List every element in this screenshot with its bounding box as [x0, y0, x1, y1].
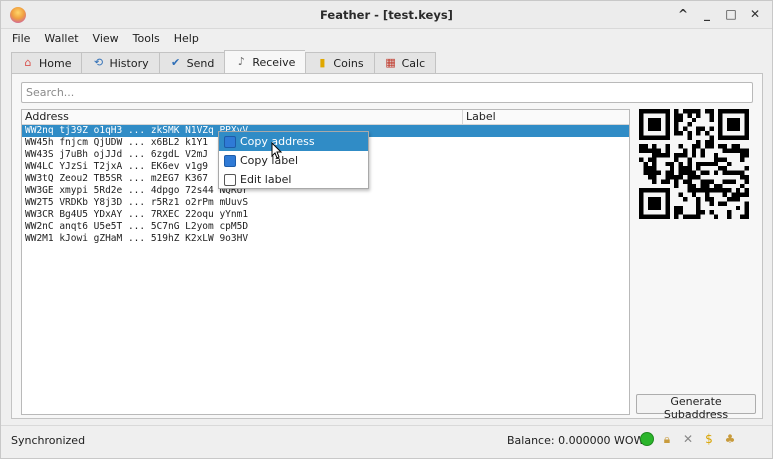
tab-label: Receive	[252, 55, 296, 69]
menu-tools[interactable]: Tools	[126, 30, 167, 48]
mouse-cursor-icon	[271, 142, 283, 159]
copy-icon	[224, 135, 236, 148]
status-bar: Synchronized Balance: 0.000000 WOW 🔒︎ ✕ …	[1, 425, 772, 458]
tab-send[interactable]: ✔ Send	[158, 52, 225, 74]
sync-status: Synchronized	[11, 434, 86, 447]
menu-bar: File Wallet View Tools Help	[1, 30, 772, 48]
menu-item-label: Copy label	[240, 154, 299, 167]
menu-file[interactable]: File	[5, 30, 37, 48]
tab-bar: ⌂ Home ⟲ History ✔ Send ♪ Receive ▮ Coin…	[11, 50, 437, 74]
tab-label: Calc	[401, 56, 426, 70]
tor-icon[interactable]: ♣	[722, 431, 738, 447]
title-bar: Feather - [test.keys] ^ _ □ ✕	[1, 1, 772, 29]
receive-icon: ♪	[237, 55, 245, 68]
tab-history[interactable]: ⟲ History	[81, 52, 159, 74]
edit-label-menu-item[interactable]: Edit label	[219, 170, 368, 189]
seed-icon[interactable]: $	[701, 431, 717, 447]
connection-status-icon[interactable]	[640, 432, 654, 446]
window-title: Feather - [test.keys]	[320, 8, 453, 22]
copy-label-menu-item[interactable]: Copy label	[219, 151, 368, 170]
qr-code	[639, 109, 749, 219]
search-input[interactable]	[21, 82, 753, 103]
history-icon: ⟲	[93, 56, 104, 69]
table-row[interactable]: WW2T5 VRDKb Y8j3D ... r5Rz1 o2rPm mUuvS	[22, 197, 629, 209]
tab-calc[interactable]: ▦ Calc	[373, 52, 437, 74]
send-icon: ✔	[171, 56, 181, 69]
tab-label: Send	[186, 56, 215, 70]
menu-item-label: Edit label	[240, 173, 292, 186]
calculator-icon: ▦	[385, 56, 396, 69]
edit-icon	[224, 173, 236, 186]
coins-icon: ▮	[319, 56, 326, 69]
table-header: Address Label	[22, 110, 629, 125]
tab-label: Coins	[333, 56, 364, 70]
table-row[interactable]: WW2nC anqt6 U5e5T ... 5C7nG L2yom cpM5D	[22, 221, 629, 233]
window-controls: ^ _ □ ✕	[676, 6, 762, 22]
tab-label: Home	[39, 56, 72, 70]
menu-wallet[interactable]: Wallet	[37, 30, 85, 48]
tab-label: History	[109, 56, 149, 70]
balance-display: Balance: 0.000000 WOW	[507, 434, 645, 447]
status-icons: 🔒︎ ✕ $ ♣	[640, 431, 738, 447]
receive-panel: Address Label WW2nq tj39Z o1qH3 ... zkSM…	[11, 73, 763, 421]
tab-receive[interactable]: ♪ Receive	[224, 50, 306, 74]
table-row[interactable]: WW2M1 kJowi gZHaM ... 519hZ K2xLW 9o3HV	[22, 233, 629, 245]
tab-home[interactable]: ⌂ Home	[11, 52, 82, 74]
context-menu: Copy address Copy label Edit label	[218, 131, 369, 189]
main-window: Feather - [test.keys] ^ _ □ ✕ File Walle…	[0, 0, 773, 459]
table-row[interactable]: WW3CR Bg4U5 YDxAY ... 7RXEC 22oqu yYnm1	[22, 209, 629, 221]
generate-subaddress-button[interactable]: Generate Subaddress	[636, 394, 756, 421]
home-icon: ⌂	[24, 56, 32, 69]
lock-icon[interactable]: 🔒︎	[659, 431, 675, 447]
tab-coins[interactable]: ▮ Coins	[305, 52, 374, 74]
column-label[interactable]: Label	[463, 110, 629, 124]
column-address[interactable]: Address	[22, 110, 463, 124]
minimize-button[interactable]: _	[700, 6, 714, 22]
copy-icon	[224, 154, 236, 167]
restore-button[interactable]: □	[724, 6, 738, 22]
settings-tools-icon[interactable]: ✕	[680, 431, 696, 447]
menu-view[interactable]: View	[86, 30, 126, 48]
menu-help[interactable]: Help	[167, 30, 206, 48]
close-button[interactable]: ✕	[748, 6, 762, 22]
maximize-button[interactable]: ^	[676, 6, 690, 22]
copy-address-menu-item[interactable]: Copy address	[219, 132, 368, 151]
